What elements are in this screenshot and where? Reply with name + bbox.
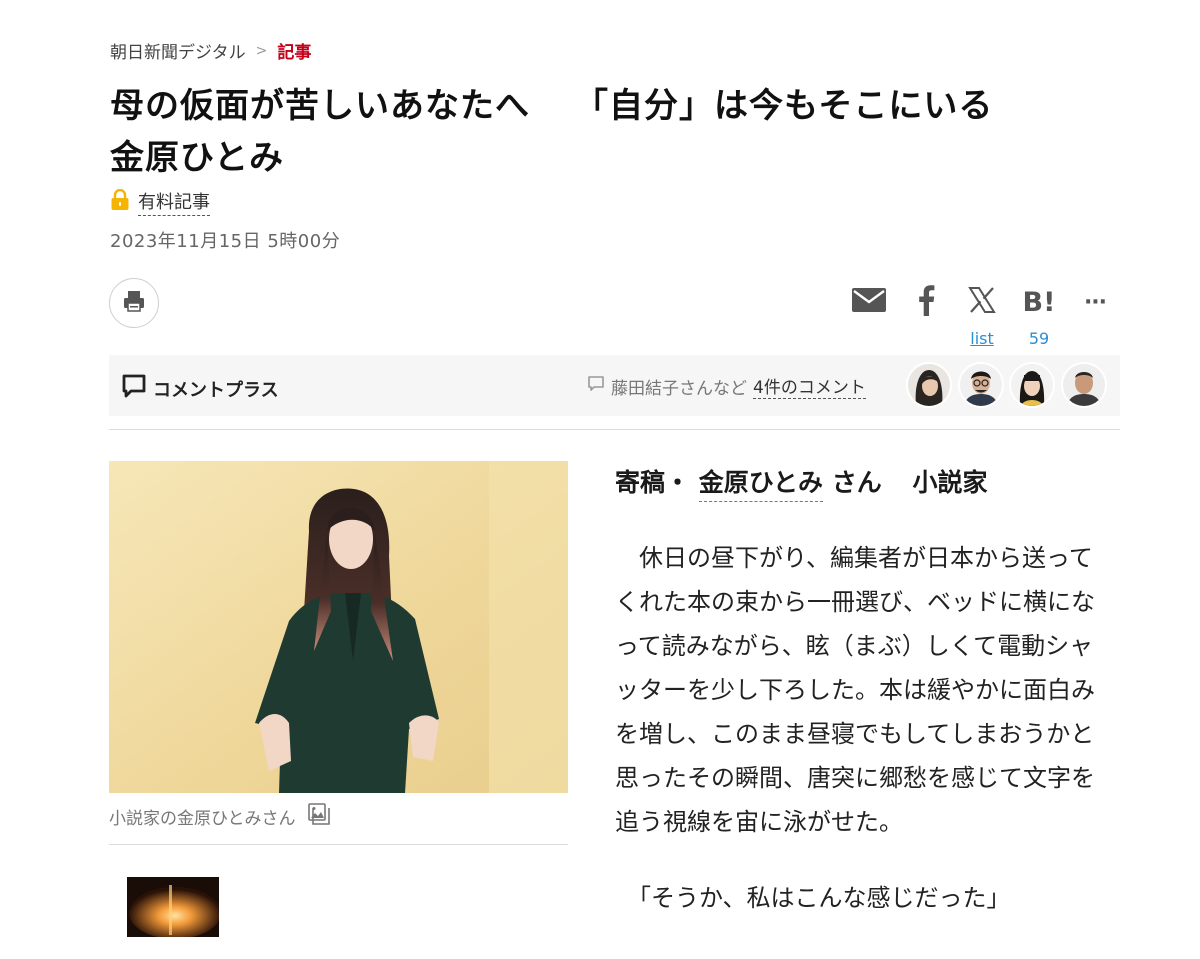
commenter-avatar[interactable] — [958, 362, 1004, 408]
commenter-avatar[interactable] — [906, 362, 952, 408]
body-line: って読みながら、眩（まぶ）しくて電動シャ — [615, 632, 1094, 660]
article-page: 朝日新聞デジタル > 記事 母の仮面が苦しいあなたへ 「自分」は今もそこにいる 金… — [0, 0, 1200, 959]
related-thumbnail[interactable] — [127, 877, 219, 937]
body-line: ッターを少し下ろした。本は緩やかに面白み — [615, 676, 1095, 704]
author-link[interactable]: 金原ひとみ — [698, 468, 823, 502]
share-hatena-button[interactable]: B! — [1018, 282, 1060, 322]
commenter-name: 藤田結子さんなど — [611, 378, 747, 399]
comment-count-link[interactable]: 4件のコメント — [753, 373, 866, 399]
comment-plus-bar: コメントプラス 藤田結子さんなど 4件のコメント — [109, 355, 1120, 416]
article-title: 母の仮面が苦しいあなたへ 「自分」は今もそこにいる 金原ひとみ — [110, 80, 1110, 184]
hatena-count: 59 — [1028, 329, 1050, 348]
section-divider — [109, 429, 1120, 430]
print-button[interactable] — [109, 278, 159, 328]
comment-plus-title[interactable]: コメントプラス — [121, 373, 279, 404]
comment-bubble-icon — [121, 373, 147, 404]
commenter-avatar[interactable] — [1009, 362, 1055, 408]
breadcrumb-site-link[interactable]: 朝日新聞デジタル — [110, 38, 246, 63]
body-line: 思ったその瞬間、唐突に郷愁を感じて文字を — [615, 764, 1095, 792]
mail-icon — [852, 288, 886, 316]
body-line: 追う視線を宙に泳がせた。 — [615, 808, 903, 836]
share-facebook-button[interactable] — [912, 282, 940, 322]
paid-article-badge[interactable]: 有料記事 — [110, 188, 210, 216]
body-line: くれた本の束から一冊選び、ベッドに横にな — [615, 588, 1095, 616]
paid-article-label: 有料記事 — [138, 188, 210, 216]
title-part-2: 「自分」は今もそこにいる — [574, 86, 994, 126]
comment-summary[interactable]: 藤田結子さんなど 4件のコメント — [587, 373, 866, 399]
gallery-icon — [307, 803, 330, 830]
title-author: 金原ひとみ — [110, 138, 284, 178]
printer-icon — [122, 289, 146, 317]
author-honorific: さん — [831, 468, 882, 497]
body-line: を増し、このまま昼寝でもしてしまおうかと — [615, 720, 1095, 748]
share-x-list-link[interactable]: list — [962, 329, 1002, 348]
hatena-bookmark-icon: B! — [1022, 286, 1056, 318]
body-quote: 「そうか、私はこんな感じだった」 — [615, 884, 1011, 912]
share-mail-button[interactable] — [850, 282, 888, 322]
author-role: 小説家 — [912, 468, 988, 497]
share-x-button[interactable] — [965, 282, 999, 322]
breadcrumb-current: 記事 — [277, 43, 312, 63]
breadcrumb: 朝日新聞デジタル > 記事 — [110, 38, 312, 64]
title-part-1: 母の仮面が苦しいあなたへ — [110, 86, 530, 126]
share-more-button[interactable]: ··· — [1078, 282, 1112, 322]
facebook-icon — [917, 284, 935, 320]
article-body: 休日の昼下がり、編集者が日本から送って くれた本の束から一冊選び、ベッドに横にな… — [615, 536, 1110, 844]
body-line: 休日の昼下がり、編集者が日本から送って — [615, 544, 1093, 572]
article-main-photo[interactable] — [109, 461, 568, 793]
photo-caption-text: 小説家の金原ひとみさん — [109, 809, 296, 829]
caption-divider — [109, 844, 568, 845]
publish-date: 2023年11月15日 5時00分 — [110, 231, 341, 252]
commenter-avatar[interactable] — [1061, 362, 1107, 408]
photo-caption[interactable]: 小説家の金原ひとみさん — [109, 803, 330, 830]
byline: 寄稿・ 金原ひとみ さん 小説家 — [615, 463, 988, 502]
more-icon: ··· — [1083, 289, 1107, 315]
byline-prefix: 寄稿・ — [615, 468, 691, 497]
x-icon — [968, 286, 996, 318]
comment-plus-label: コメントプラス — [153, 379, 279, 401]
breadcrumb-separator: > — [255, 42, 268, 59]
lock-icon — [110, 188, 130, 216]
comment-small-icon — [587, 375, 605, 398]
